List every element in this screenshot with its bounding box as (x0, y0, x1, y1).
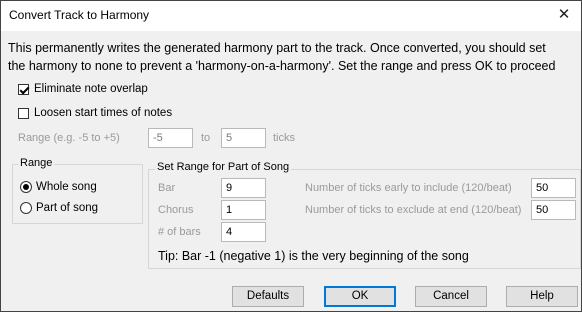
description-line-1: This permanently writes the generated ha… (8, 41, 546, 55)
chorus-label: Chorus (158, 204, 194, 216)
checkbox-checked-icon[interactable] (18, 83, 29, 95)
title-bar: Convert Track to Harmony ✕ (1, 1, 581, 31)
ticks-exclude-input[interactable]: 50 (531, 200, 576, 220)
ticks-units-label: ticks (273, 132, 295, 144)
range-ticks-label: Range (e.g. -5 to +5) (18, 132, 120, 144)
range-from-input[interactable]: -5 (148, 128, 193, 148)
convert-track-to-harmony-dialog: Convert Track to Harmony ✕ This permanen… (0, 0, 582, 312)
loosen-start-times-checkbox[interactable]: Loosen start times of notes (18, 107, 172, 119)
help-button[interactable]: Help (506, 286, 578, 307)
bars-count-input[interactable]: 4 (221, 222, 266, 242)
radio-unselected-icon[interactable] (20, 202, 32, 214)
radio-selected-icon[interactable] (20, 181, 32, 193)
description-text: This permanently writes the generated ha… (8, 39, 580, 75)
close-icon[interactable]: ✕ (553, 4, 575, 26)
dialog-title: Convert Track to Harmony (9, 8, 150, 22)
checkbox-unchecked-icon[interactable] (18, 107, 29, 119)
part-of-song-label: Part of song (36, 202, 99, 214)
eliminate-note-overlap-checkbox[interactable]: Eliminate note overlap (18, 83, 148, 95)
description-line-2: the harmony to none to prevent a 'harmon… (8, 59, 556, 73)
ticks-early-label: Number of ticks early to include (120/be… (305, 182, 512, 194)
chorus-input[interactable]: 1 (221, 200, 266, 220)
defaults-button[interactable]: Defaults (232, 286, 304, 307)
bar-input[interactable]: 9 (221, 178, 266, 198)
set-range-group-title: Set Range for Part of Song (155, 161, 292, 173)
ticks-exclude-label: Number of ticks to exclude at end (120/b… (305, 204, 522, 216)
range-to-label: to (201, 132, 211, 144)
ok-button[interactable]: OK (324, 286, 396, 307)
ticks-early-input[interactable]: 50 (531, 178, 576, 198)
eliminate-note-overlap-label: Eliminate note overlap (34, 83, 148, 95)
range-to-input[interactable]: 5 (221, 128, 266, 148)
whole-song-label: Whole song (36, 181, 97, 193)
bars-count-label: # of bars (158, 226, 201, 238)
whole-song-radio[interactable]: Whole song (20, 181, 97, 193)
range-group (12, 164, 143, 224)
loosen-start-times-label: Loosen start times of notes (34, 107, 173, 119)
cancel-button[interactable]: Cancel (415, 286, 487, 307)
range-group-title: Range (18, 157, 55, 169)
tip-text: Tip: Bar -1 (negative 1) is the very beg… (158, 249, 469, 263)
part-of-song-radio[interactable]: Part of song (20, 202, 98, 214)
bar-label: Bar (158, 182, 176, 194)
